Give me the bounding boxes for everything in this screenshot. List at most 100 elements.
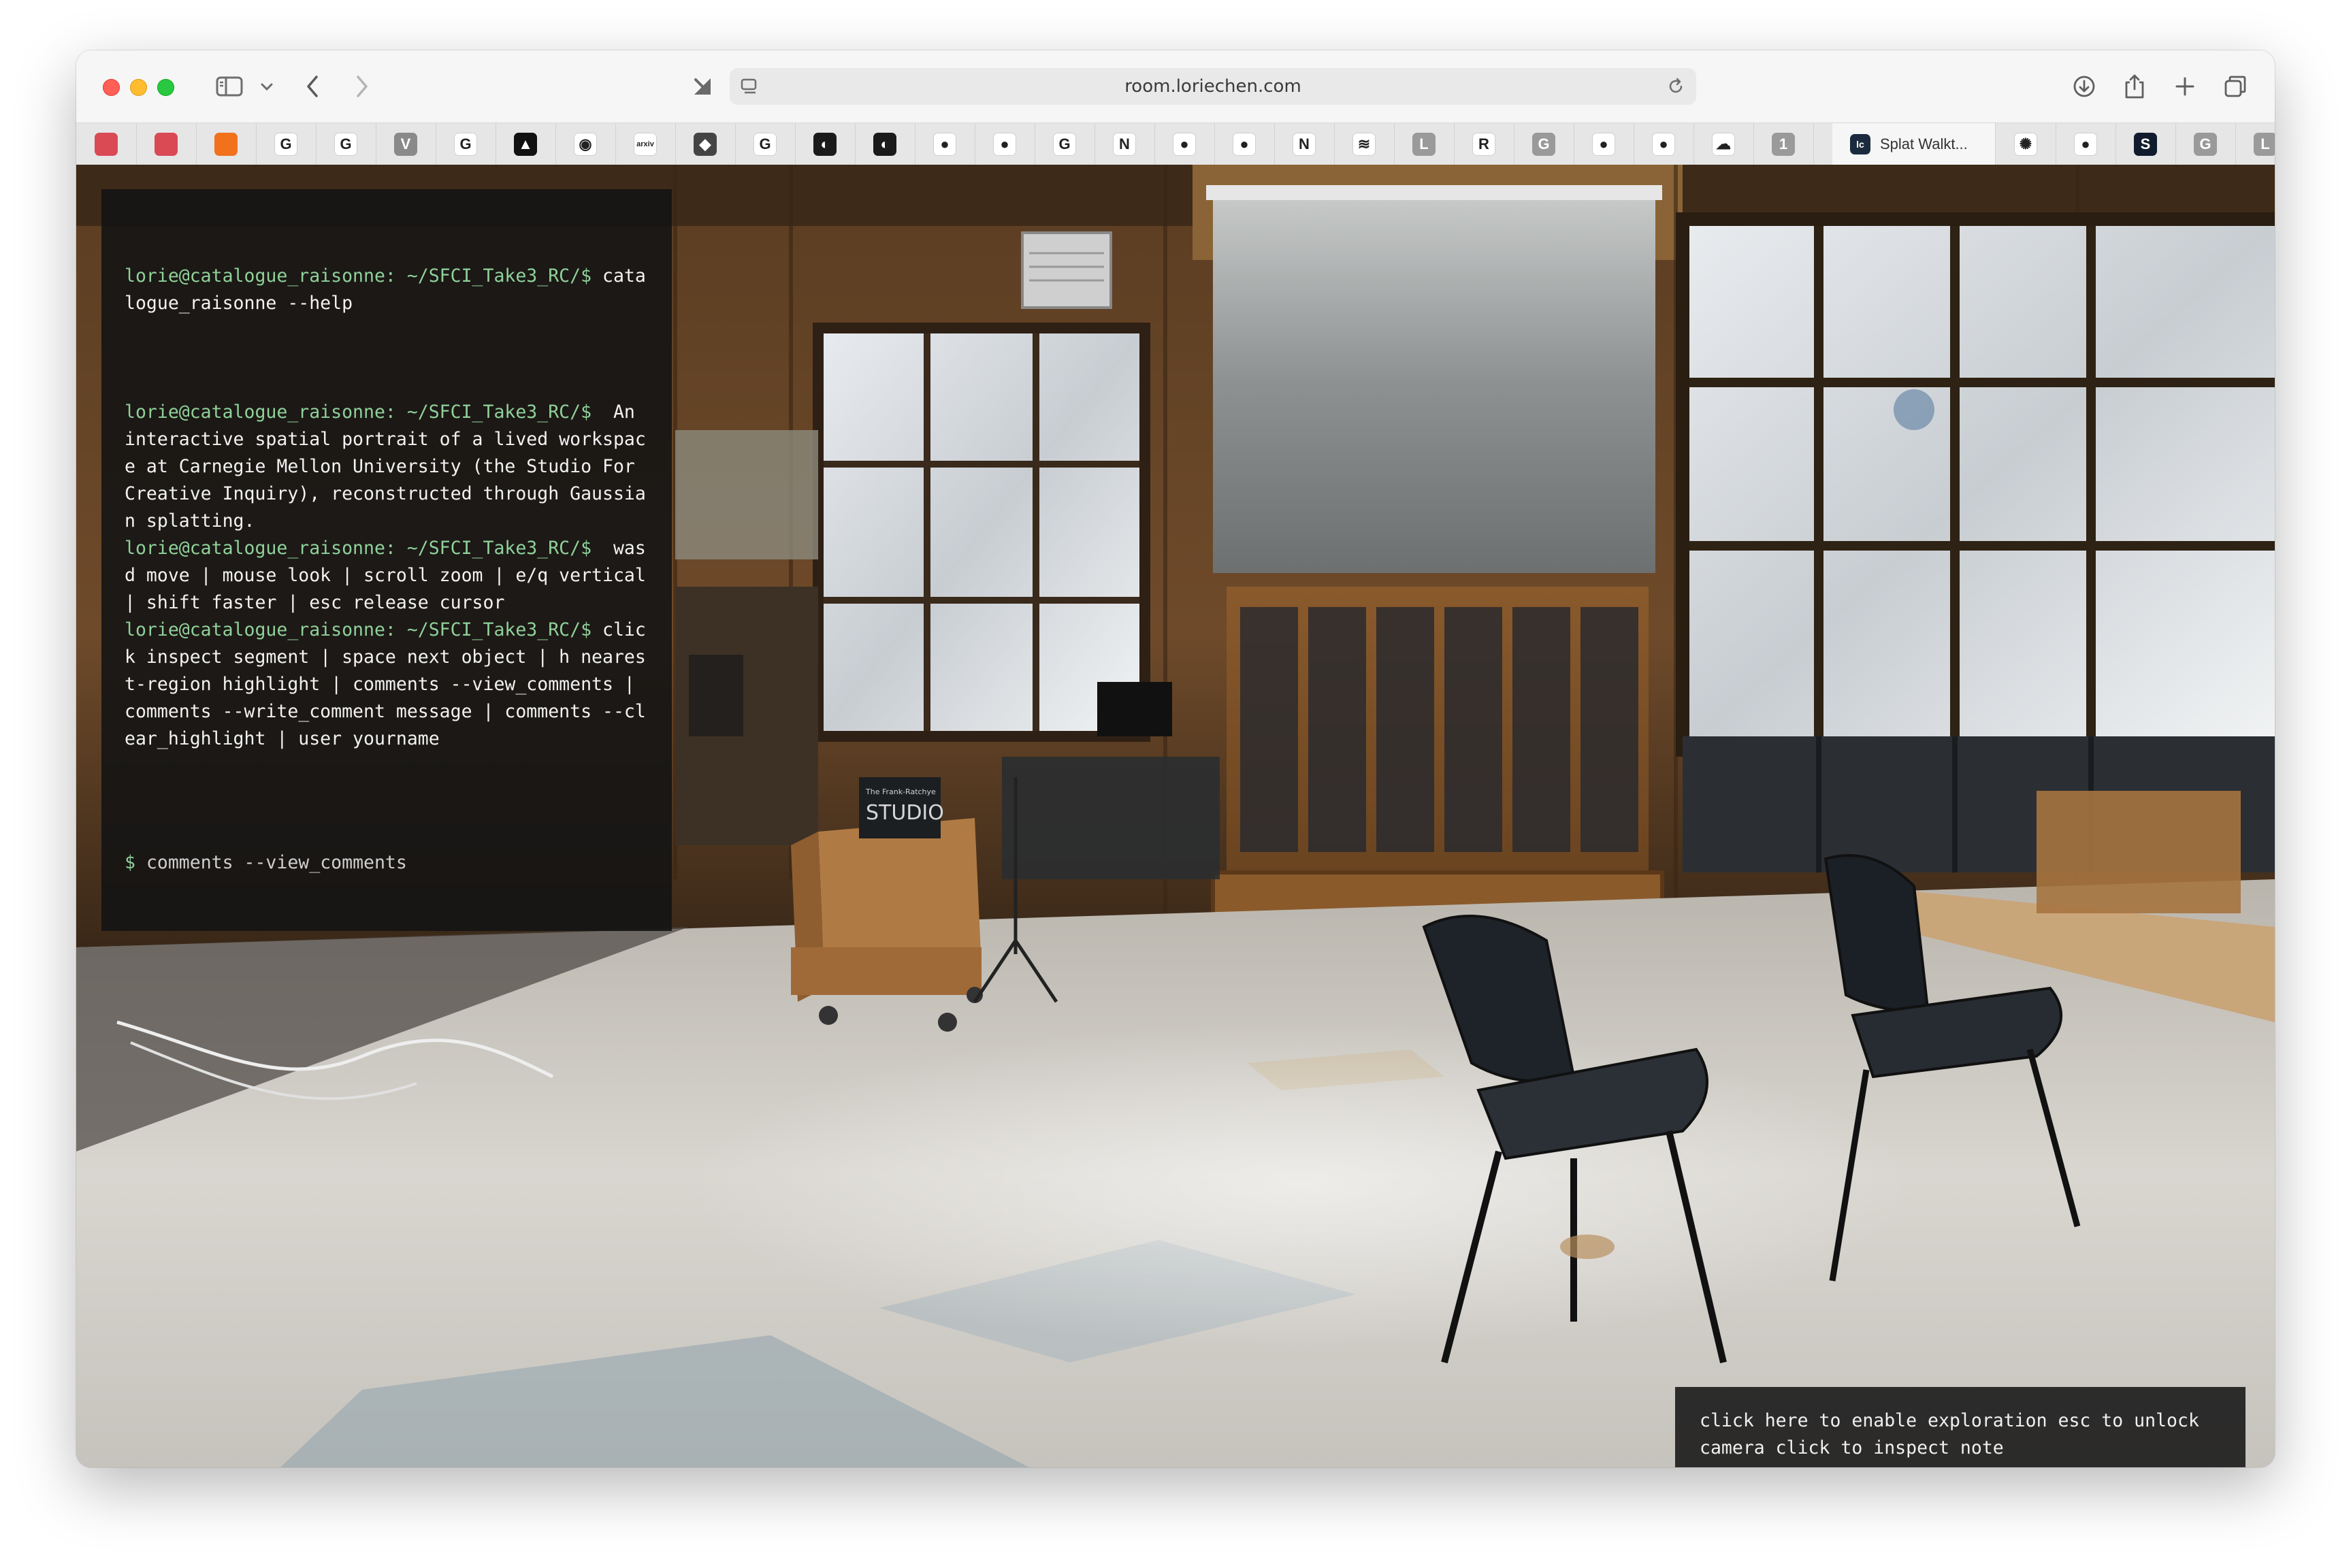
github-icon: ● xyxy=(1592,133,1615,156)
reload-icon[interactable] xyxy=(1666,77,1685,96)
chevron-down-icon xyxy=(261,83,273,91)
site-favicon-icon: lc xyxy=(1850,134,1870,154)
terminal-entry: lorie@catalogue_raisonne: ~/SFCI_Take3_R… xyxy=(125,617,651,753)
favorite-tab[interactable]: G xyxy=(1514,123,1574,165)
download-icon xyxy=(2073,76,2095,97)
active-tab[interactable]: lc Splat Walkt... xyxy=(1832,123,1996,165)
bookmark-red-icon xyxy=(155,133,178,156)
google-icon: G xyxy=(1053,133,1076,156)
s-dark-icon: S xyxy=(2134,133,2157,156)
github-icon: ● xyxy=(2074,133,2097,156)
sidebar-toggle-button[interactable] xyxy=(206,69,253,103)
github-icon: ● xyxy=(1652,133,1675,156)
favorite-tab[interactable]: G xyxy=(735,123,796,165)
github-icon: ● xyxy=(933,133,956,156)
one-letter-icon: 1 xyxy=(1772,133,1795,156)
tab-overview-button[interactable] xyxy=(2215,69,2256,103)
favorite-tab[interactable]: ◐ xyxy=(855,123,915,165)
address-bar[interactable]: room.loriechen.com xyxy=(730,68,1696,105)
google-icon: G xyxy=(454,133,477,156)
favorite-tab[interactable]: ▲ xyxy=(496,123,556,165)
github-icon: ● xyxy=(993,133,1016,156)
favorite-tab[interactable]: N xyxy=(1095,123,1155,165)
favorite-tab[interactable]: ☁ xyxy=(1693,123,1754,165)
favorite-tab[interactable]: R xyxy=(1454,123,1514,165)
share-icon xyxy=(2125,74,2144,99)
favorite-tab[interactable]: ● xyxy=(1574,123,1634,165)
favorite-tab[interactable]: L xyxy=(1394,123,1455,165)
chevron-left-icon xyxy=(307,76,318,97)
exploration-hint[interactable]: click here to enable exploration esc to … xyxy=(1675,1387,2245,1467)
favorite-tab[interactable]: 1 xyxy=(1753,123,1814,165)
moon-app-icon: ◐ xyxy=(873,133,896,156)
favorite-tab[interactable]: ◐ xyxy=(795,123,856,165)
notion-icon: N xyxy=(1113,133,1136,156)
tab-overview-icon xyxy=(2224,76,2246,97)
favorite-tab[interactable]: arxiv xyxy=(615,123,676,165)
extension-button[interactable] xyxy=(682,69,723,103)
share-button[interactable] xyxy=(2114,69,2155,103)
github-icon: ● xyxy=(1233,133,1256,156)
terminal-input-prompt: $ xyxy=(125,852,135,873)
terminal-entry: lorie@catalogue_raisonne: ~/SFCI_Take3_R… xyxy=(125,399,651,535)
maximize-window-button[interactable] xyxy=(157,79,174,96)
extension-arrow-icon xyxy=(694,78,711,95)
sidebar-icon xyxy=(216,76,243,97)
google-icon: G xyxy=(753,133,777,156)
favorite-tab[interactable] xyxy=(76,123,137,165)
favorite-tab[interactable]: N xyxy=(1274,123,1335,165)
favorite-tab[interactable]: ◉ xyxy=(555,123,616,165)
favorite-tab[interactable]: ● xyxy=(1634,123,1694,165)
favorite-tab[interactable]: ● xyxy=(975,123,1035,165)
tab-group-dropdown[interactable] xyxy=(253,69,280,103)
url-text: room.loriechen.com xyxy=(1124,76,1301,97)
favorite-tab[interactable]: L xyxy=(2235,123,2275,165)
downloads-button[interactable] xyxy=(2064,69,2105,103)
terminal-input-command: comments --view_comments xyxy=(146,852,407,873)
favorite-tab[interactable]: G xyxy=(2175,123,2236,165)
back-button[interactable] xyxy=(289,69,336,103)
forward-button[interactable] xyxy=(338,69,386,103)
favorite-tab[interactable]: V xyxy=(376,123,436,165)
terminal-entry: lorie@catalogue_raisonne: ~/SFCI_Take3_R… xyxy=(125,535,651,617)
minimize-window-button[interactable] xyxy=(130,79,147,96)
notion-icon: N xyxy=(1293,133,1316,156)
favorite-tab[interactable]: G xyxy=(436,123,496,165)
studio-sign-line2: STUDIO xyxy=(866,801,944,825)
terminal-prompt: lorie@catalogue_raisonne: ~/SFCI_Take3_R… xyxy=(125,402,592,423)
favorite-tab[interactable]: ● xyxy=(1154,123,1215,165)
favorite-tab[interactable]: G xyxy=(256,123,317,165)
site-settings-icon[interactable] xyxy=(741,78,760,95)
github-icon: ● xyxy=(1173,133,1196,156)
google-icon: G xyxy=(274,133,297,156)
favorite-tab[interactable]: ≋ xyxy=(1334,123,1395,165)
linear-icon: ≋ xyxy=(1352,133,1376,156)
splat-viewer[interactable]: The Frank-Ratchye STUDIO lorie@catalogue… xyxy=(76,165,2275,1467)
r-logo-icon: R xyxy=(1472,133,1495,156)
bookmark-red-icon xyxy=(95,133,118,156)
favorite-tab[interactable]: G xyxy=(316,123,376,165)
favorite-tab[interactable] xyxy=(136,123,197,165)
openai-icon: ◉ xyxy=(574,133,597,156)
terminal-prompt: lorie@catalogue_raisonne: ~/SFCI_Take3_R… xyxy=(125,538,592,559)
favorite-tab[interactable]: ✺ xyxy=(1996,123,2056,165)
pinwheel-red-icon: ✺ xyxy=(2014,133,2037,156)
favorite-tab[interactable]: ● xyxy=(2056,123,2116,165)
chevron-right-icon xyxy=(357,76,368,97)
l-letter-icon: L xyxy=(2254,133,2275,156)
favorite-tab[interactable] xyxy=(196,123,257,165)
google-icon: G xyxy=(334,133,357,156)
favorite-tab[interactable]: S xyxy=(2115,123,2176,165)
favorite-tab[interactable]: G xyxy=(1035,123,1095,165)
favorite-tab[interactable]: ● xyxy=(915,123,975,165)
terminal-input[interactable]: $ comments --view_comments xyxy=(125,849,407,877)
terminal-prompt: lorie@catalogue_raisonne: ~/SFCI_Take3_R… xyxy=(125,619,592,640)
stack-orange-icon xyxy=(214,133,238,156)
terminal-panel[interactable]: lorie@catalogue_raisonne: ~/SFCI_Take3_R… xyxy=(101,189,672,931)
new-tab-button[interactable] xyxy=(2164,69,2205,103)
favorite-tab[interactable]: ● xyxy=(1214,123,1275,165)
cube-icon: ◆ xyxy=(694,133,717,156)
close-window-button[interactable] xyxy=(103,79,120,96)
favorite-tab[interactable]: ◆ xyxy=(675,123,736,165)
g-letter-icon: G xyxy=(2194,133,2217,156)
